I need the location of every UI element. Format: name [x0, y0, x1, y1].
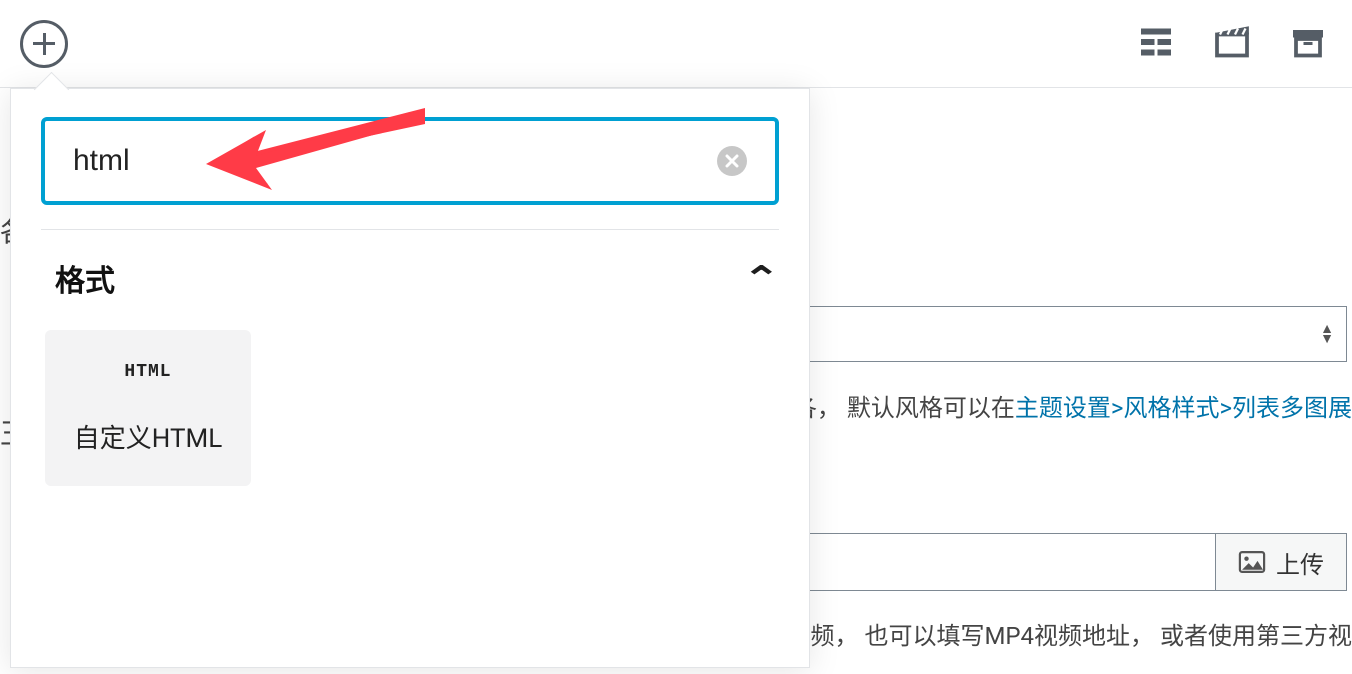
style-help-text: 各， 默认风格可以在主题设置>风格样式>列表多图展 — [793, 388, 1352, 423]
block-search-input[interactable] — [73, 144, 717, 178]
category-label: 格式 — [55, 256, 115, 300]
archive-icon[interactable] — [1288, 22, 1328, 62]
toolbar-right-group — [1136, 22, 1328, 62]
close-icon — [725, 154, 739, 168]
image-icon — [1238, 551, 1266, 573]
chevron-up-icon: ⌃ — [743, 259, 781, 297]
clapper-icon[interactable] — [1212, 22, 1252, 62]
add-block-button[interactable] — [20, 20, 68, 68]
upload-field-row: 上传 — [807, 533, 1347, 591]
block-inserter-panel: 格式 ⌃ HTML 自定义HTML — [10, 88, 810, 668]
category-toggle-formatting[interactable]: 格式 ⌃ — [41, 248, 779, 310]
grid-view-icon[interactable] — [1136, 22, 1176, 62]
help-prefix: 各， 默认风格可以在 — [793, 394, 1015, 422]
upload-button[interactable]: 上传 — [1215, 533, 1347, 591]
video-help-text: 见频， 也可以填写MP4视频地址， 或者使用第三方视 — [787, 616, 1352, 651]
upload-button-label: 上传 — [1276, 545, 1324, 580]
block-results-grid: HTML 自定义HTML — [41, 310, 779, 486]
html-block-icon: HTML — [124, 362, 171, 382]
block-item-custom-html[interactable]: HTML 自定义HTML — [45, 330, 251, 486]
block-search-field — [41, 117, 779, 205]
clear-search-button[interactable] — [717, 146, 747, 176]
editor-toolbar — [0, 0, 1352, 88]
theme-settings-link[interactable]: 主题设置>风格样式>列表多图展 — [1015, 394, 1352, 422]
style-select[interactable]: ▲▼ — [807, 306, 1347, 362]
block-item-label: 自定义HTML — [74, 418, 222, 455]
divider — [41, 229, 779, 230]
upload-url-input[interactable] — [807, 533, 1215, 591]
select-arrows-icon: ▲▼ — [1320, 324, 1334, 344]
